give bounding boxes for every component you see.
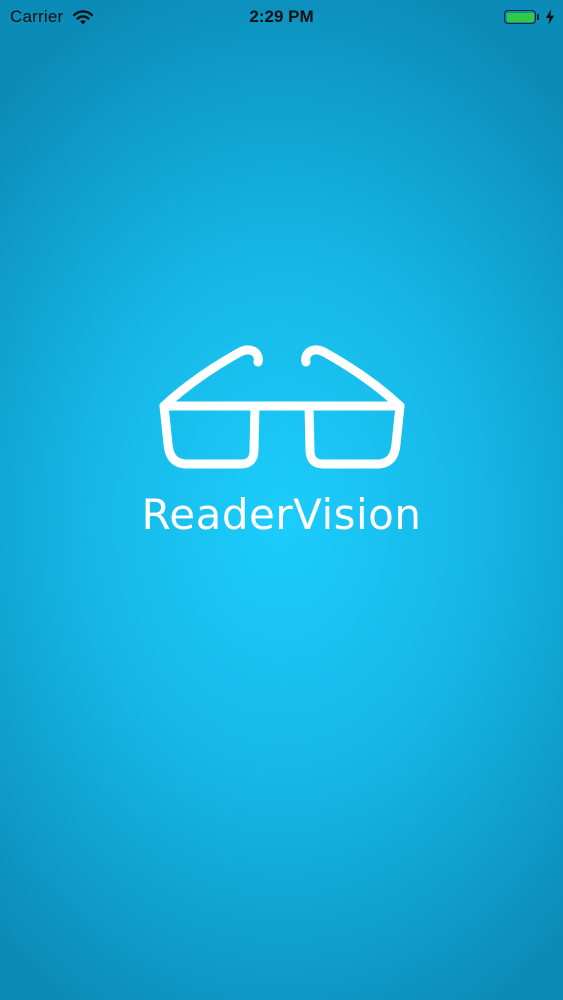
battery-group — [504, 9, 555, 25]
battery-fill — [506, 12, 534, 22]
status-bar: Carrier 2:29 PM — [0, 0, 563, 34]
status-time: 2:29 PM — [249, 7, 314, 26]
glasses-icon — [159, 345, 404, 469]
charging-icon — [545, 9, 555, 25]
splash-screen: Carrier 2:29 PM ReaderVision — [0, 0, 563, 1000]
battery-tip — [537, 14, 539, 20]
app-logo: ReaderVision — [0, 344, 563, 536]
app-name: ReaderVision — [141, 490, 422, 539]
battery-icon — [504, 10, 536, 24]
